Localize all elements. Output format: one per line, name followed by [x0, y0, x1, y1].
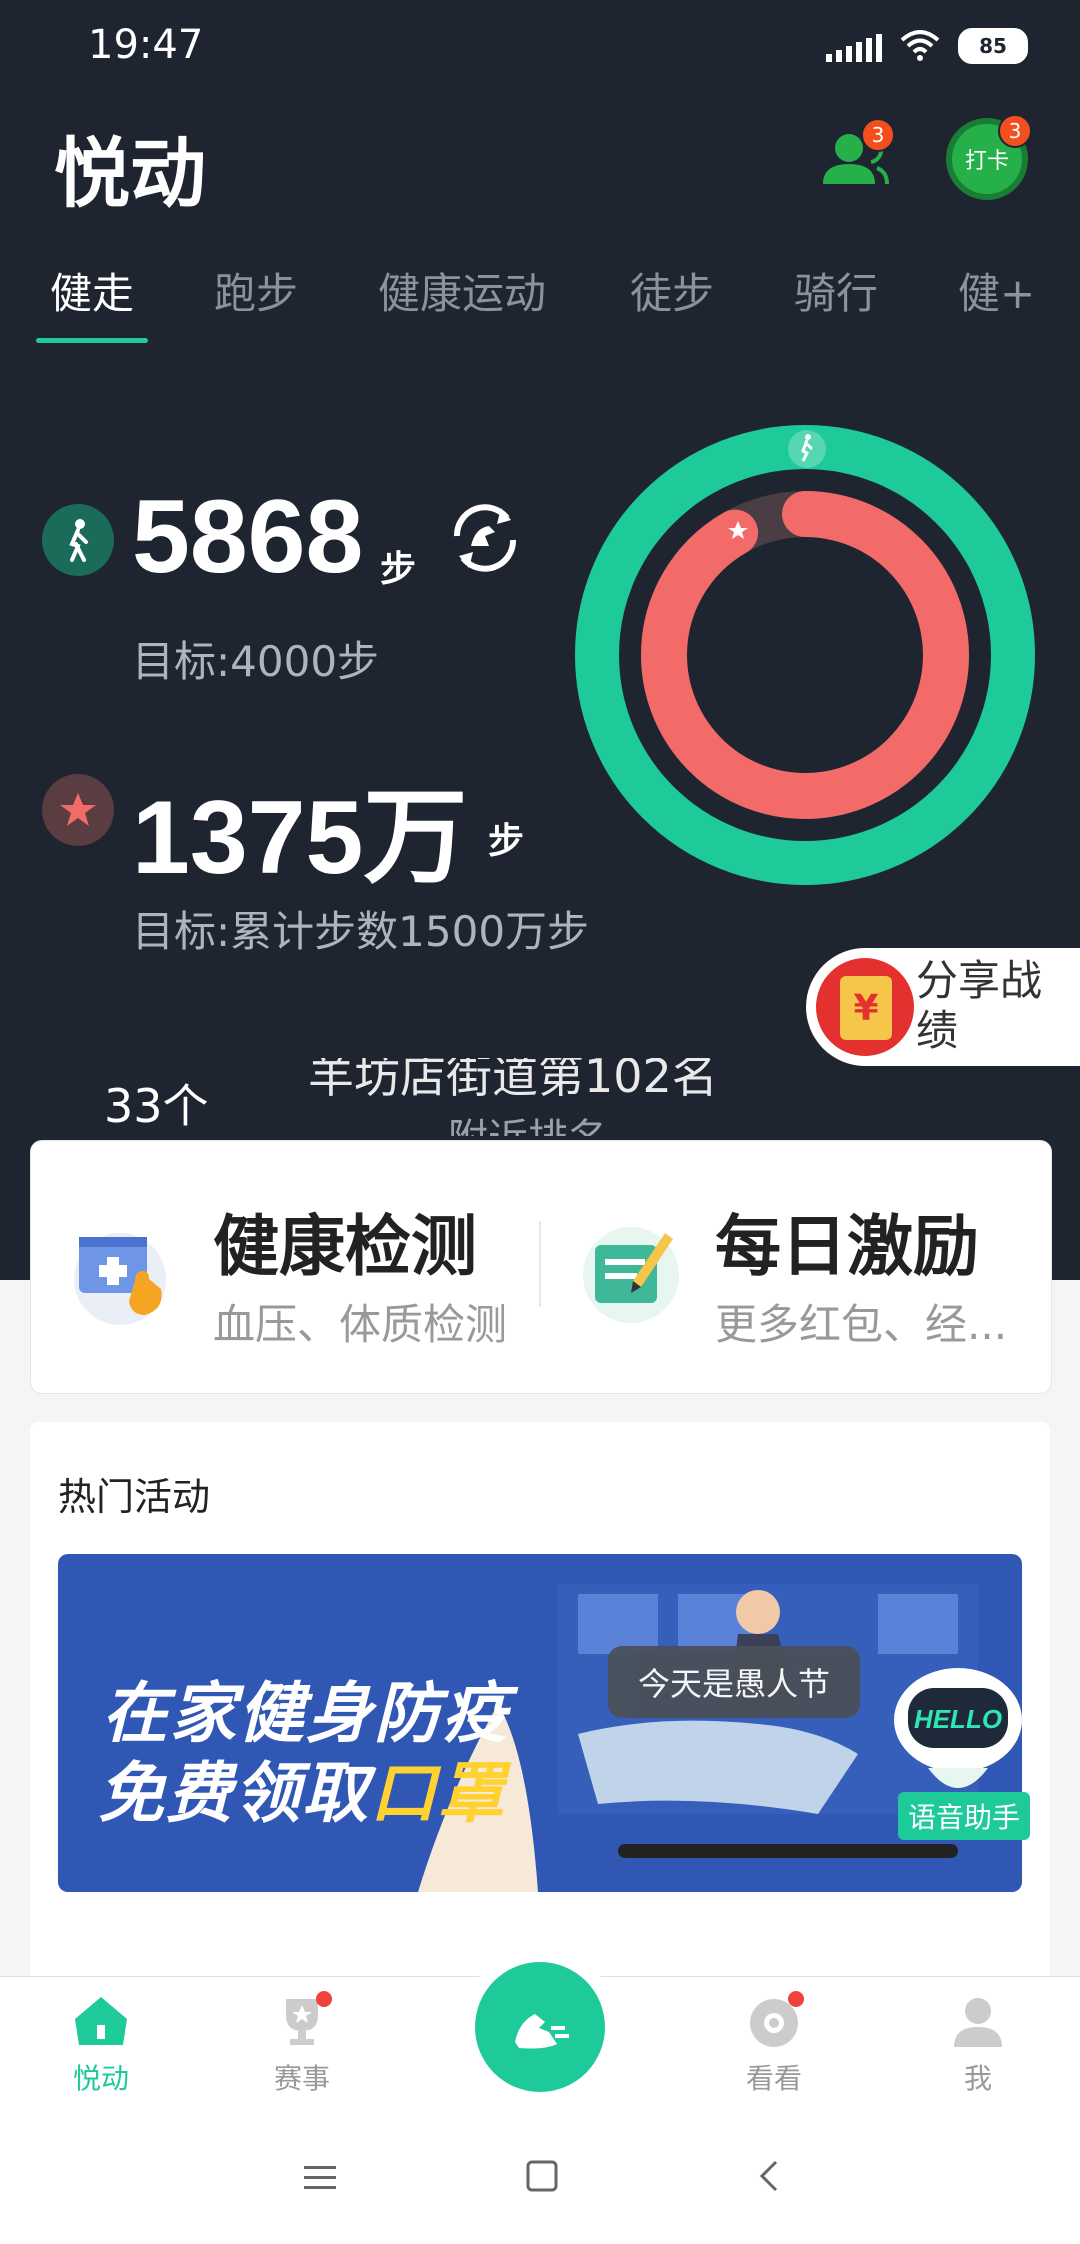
friends-button[interactable]: 3 [815, 118, 895, 198]
daily-reward-subtitle: 更多红包、经... [715, 1300, 1008, 1349]
back-icon[interactable] [752, 2158, 788, 2194]
ring-walker-marker [788, 430, 826, 468]
activity-banner[interactable]: 在家健身防疫 免费领取口罩 [58, 1554, 1022, 1892]
nav-home[interactable]: 悦动 [41, 1991, 161, 2097]
total-steps-goal: 目标:累计步数1500万步 [132, 907, 590, 956]
tab-cycling[interactable]: 骑行 [794, 260, 878, 321]
nearby-count: 33个 [104, 1079, 209, 1133]
home-square-icon[interactable] [524, 2158, 560, 2194]
menu-icon[interactable] [302, 2160, 338, 2196]
steps-unit: 步 [380, 549, 417, 590]
nav-me-label: 我 [963, 2062, 992, 2095]
total-steps-value: 1375万 [132, 780, 468, 896]
tab-more[interactable]: 健+ [958, 260, 1035, 321]
tab-walk[interactable]: 健走 [50, 260, 134, 321]
nav-events[interactable]: 赛事 [242, 1991, 362, 2097]
tab-run[interactable]: 跑步 [214, 260, 298, 321]
banner-subheadline: 免费领取口罩 [98, 1755, 506, 1832]
start-workout-button[interactable] [475, 1962, 605, 2092]
daily-reward-icon [583, 1227, 679, 1323]
inner-progress-ring [641, 491, 969, 819]
section-title: 热门活动 [58, 1475, 211, 1519]
tab-underline [36, 338, 148, 343]
sport-tabs: 健走 跑步 健康运动 徒步 骑行 健+ [0, 250, 1080, 350]
quick-card-divider [539, 1221, 541, 1307]
discover-dot [788, 1991, 804, 2007]
nav-discover[interactable]: 看看 [714, 1991, 834, 2097]
app-title: 悦动 [54, 129, 206, 218]
sync-steps-icon[interactable] [445, 498, 525, 578]
svg-text:HELLO: HELLO [914, 1704, 1002, 1734]
events-dot [316, 1991, 332, 2007]
friends-badge: 3 [861, 118, 895, 152]
trophy-icon [272, 1991, 332, 2051]
health-check-subtitle: 血压、体质检测 [213, 1300, 508, 1349]
shoe-icon [515, 2014, 569, 2049]
tab-health-exercise[interactable]: 健康运动 [378, 260, 546, 321]
steps-goal: 目标:4000步 [132, 637, 380, 686]
walker-icon [42, 504, 114, 576]
health-check-item[interactable]: 健康检测 血压、体质检测 [31, 1141, 531, 1393]
total-steps-unit: 步 [488, 821, 525, 862]
share-label: 分享战绩 [916, 956, 1043, 1055]
daily-reward-title: 每日激励 [715, 1208, 979, 1285]
nav-me[interactable]: 我 [918, 1991, 1038, 2097]
checkin-badge: 3 [998, 114, 1032, 148]
quick-actions-card: 健康检测 血压、体质检测 每日激励 更多红包、经... [30, 1140, 1052, 1394]
checkin-label: 打卡 [964, 149, 1009, 174]
system-navigation-bar [0, 2114, 1080, 2244]
nav-discover-label: 看看 [745, 2062, 802, 2095]
health-check-title: 健康检测 [213, 1208, 477, 1285]
tab-hiking[interactable]: 徒步 [630, 260, 714, 321]
status-icons: 85 [826, 28, 1028, 64]
nav-events-label: 赛事 [273, 2062, 330, 2095]
profile-icon [948, 1991, 1008, 2051]
status-time: 19:47 [88, 22, 204, 68]
steps-value: 5868 [132, 479, 364, 595]
daily-reward-item[interactable]: 每日激励 更多红包、经... [543, 1141, 1051, 1393]
battery-indicator: 85 [958, 28, 1028, 64]
assistant-tooltip: 今天是愚人节 [608, 1646, 860, 1718]
checkin-button[interactable]: 打卡 3 [946, 114, 1032, 200]
discover-icon [744, 1991, 804, 2051]
voice-assistant-label: 语音助手 [898, 1792, 1031, 1840]
share-button[interactable]: ¥ 分享战绩 [806, 948, 1080, 1066]
signal-icon [826, 30, 882, 62]
home-icon [71, 1991, 131, 2051]
health-check-icon [74, 1233, 166, 1325]
progress-rings [575, 425, 1035, 885]
red-envelope-icon: ¥ [816, 958, 914, 1056]
nav-home-label: 悦动 [72, 2062, 129, 2095]
status-bar: 19:47 85 [0, 0, 1080, 90]
star-icon [42, 774, 114, 846]
wifi-icon [900, 30, 940, 61]
